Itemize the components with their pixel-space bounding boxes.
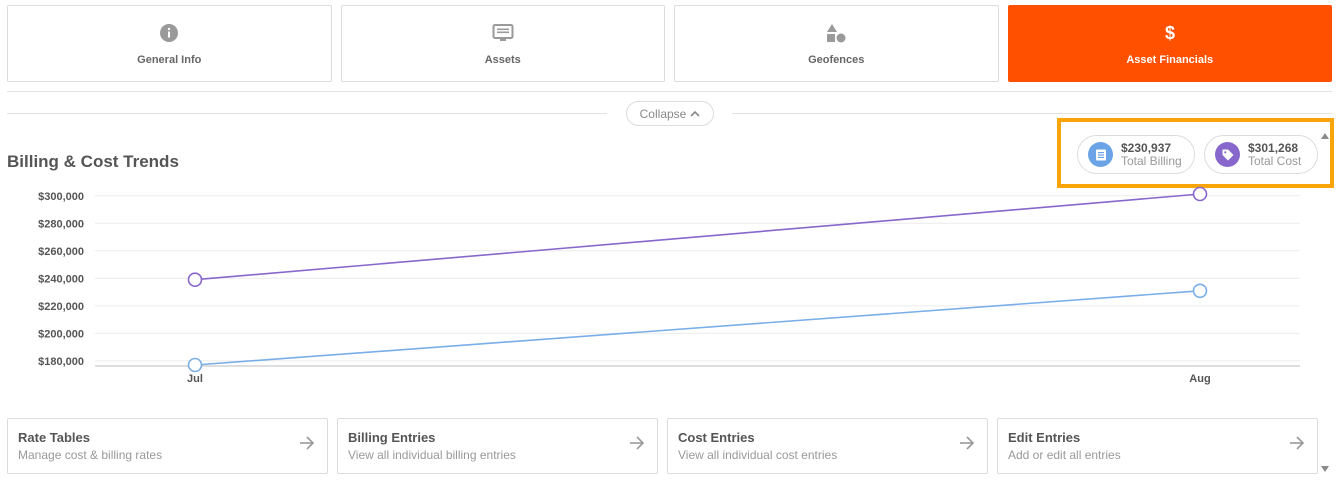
y-tick-label: $280,000	[38, 218, 84, 230]
billing-cost-chart: $180,000 $200,000 $220,000 $240,000 $260,000…	[38, 186, 1300, 385]
arrow-right-icon	[629, 435, 645, 451]
card-subtitle: Manage cost & billing rates	[18, 448, 163, 462]
y-tick-label: $260,000	[38, 246, 84, 258]
cost-series-line	[194, 193, 1201, 281]
card-title: Billing Entries	[348, 430, 436, 445]
divider	[732, 113, 1332, 114]
cost-data-point	[1192, 186, 1208, 202]
tab-label: Asset Financials	[1126, 53, 1214, 66]
total-billing-value: $230,937	[1121, 140, 1172, 155]
x-tick-label: Jul	[187, 373, 203, 385]
edit-entries-card[interactable]: Edit Entries Add or edit all entries	[997, 418, 1318, 474]
tab-asset-financials[interactable]: $ Asset Financials	[1007, 5, 1332, 82]
cost-entries-card[interactable]: Cost Entries View all individual cost en…	[667, 418, 988, 474]
y-tick-label: $180,000	[38, 356, 84, 368]
billing-entries-card[interactable]: Billing Entries View all individual bill…	[337, 418, 658, 474]
price-tag-icon	[1215, 142, 1240, 167]
info-circle-icon	[158, 22, 180, 44]
y-tick-label: $220,000	[38, 301, 84, 313]
tab-label: Geofences	[808, 53, 865, 66]
card-title: Edit Entries	[1008, 430, 1081, 445]
tab-assets[interactable]: Assets	[340, 5, 665, 82]
chevron-up-icon	[690, 107, 700, 121]
y-tick-label: $200,000	[38, 328, 84, 340]
tab-geofences[interactable]: Geofences	[674, 5, 999, 82]
card-title: Cost Entries	[678, 430, 755, 445]
monitor-icon	[492, 22, 514, 44]
section-title: Billing & Cost Trends	[7, 152, 179, 171]
cost-data-point	[187, 272, 203, 287]
divider	[7, 113, 607, 114]
svg-text:$: $	[1165, 23, 1175, 43]
collapse-label: Collapse	[639, 106, 687, 121]
tab-bar: General Info Assets Geofences $ Asset Fi…	[7, 5, 1332, 82]
shapes-icon	[825, 22, 847, 44]
total-cost-caption: Total Cost	[1248, 153, 1302, 168]
arrow-right-icon	[959, 435, 975, 451]
x-tick-label: Aug	[1189, 373, 1210, 385]
billing-series-line	[194, 289, 1201, 366]
card-subtitle: View all individual cost entries	[678, 448, 838, 462]
arrow-right-icon	[1289, 435, 1305, 451]
scroll-up-arrow-icon[interactable]	[1320, 128, 1330, 139]
total-cost-pill: $301,268 Total Cost	[1204, 135, 1318, 174]
total-billing-caption: Total Billing	[1121, 153, 1182, 168]
divider	[7, 91, 1332, 92]
scroll-down-arrow-icon[interactable]	[1320, 461, 1330, 472]
y-tick-label: $300,000	[38, 191, 84, 203]
card-subtitle: View all individual billing entries	[348, 448, 516, 462]
total-cost-value: $301,268	[1248, 140, 1299, 155]
billing-data-point	[187, 357, 203, 373]
dollar-icon: $	[1159, 22, 1181, 44]
arrow-right-icon	[299, 435, 315, 451]
total-billing-pill: $230,937 Total Billing	[1077, 135, 1195, 174]
card-subtitle: Add or edit all entries	[1008, 448, 1121, 462]
document-icon	[1088, 142, 1113, 167]
rate-tables-card[interactable]: Rate Tables Manage cost & billing rates	[7, 418, 328, 474]
card-title: Rate Tables	[18, 430, 91, 445]
y-tick-label: $240,000	[38, 273, 84, 285]
tab-general-info[interactable]: General Info	[7, 5, 332, 82]
billing-data-point	[1192, 283, 1208, 299]
quick-links: Rate Tables Manage cost & billing rates …	[7, 418, 1318, 474]
collapse-button[interactable]: Collapse	[626, 101, 714, 126]
tab-label: General Info	[137, 53, 202, 66]
tab-label: Assets	[484, 53, 521, 66]
